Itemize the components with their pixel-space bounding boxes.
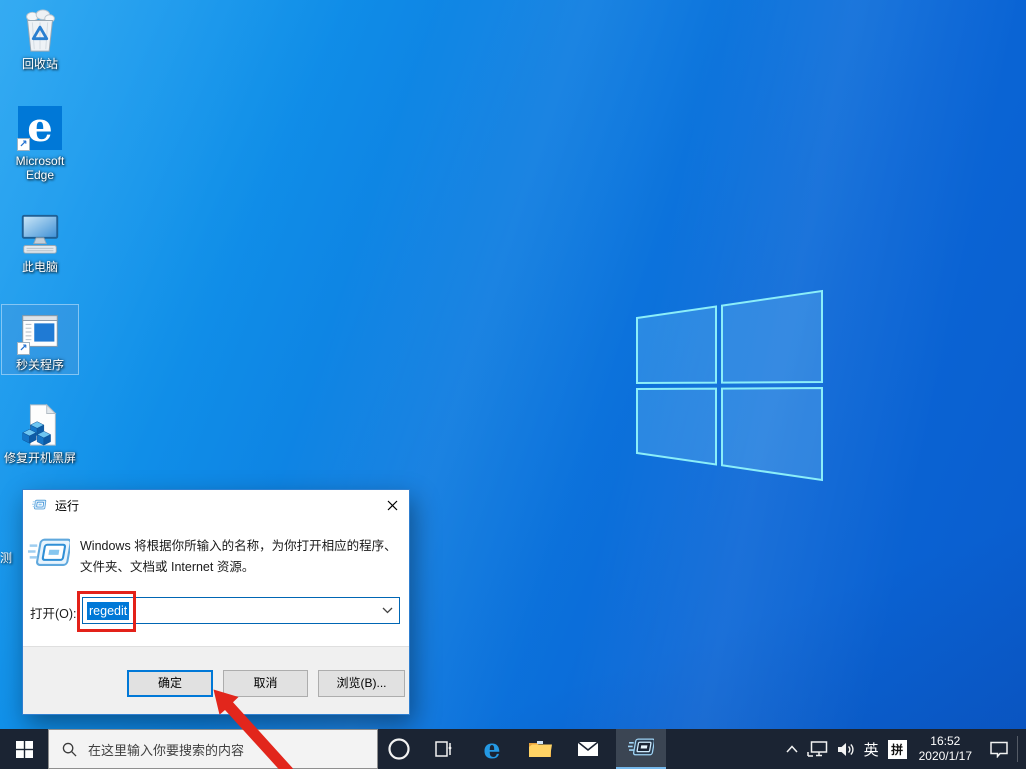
show-desktop-divider[interactable] [1017, 736, 1018, 762]
microsoft-edge-icon: e ↗ [16, 104, 64, 152]
red-highlight-box [77, 591, 136, 632]
recycle-bin-icon [16, 7, 64, 55]
quick-close-program-icon: ↗ [16, 308, 64, 356]
this-pc-icon [16, 210, 64, 258]
run-dialog-icon [32, 497, 48, 513]
taskbar-search-input[interactable]: 在这里输入你要搜索的内容 [48, 729, 378, 769]
ok-button[interactable]: 确定 [127, 670, 213, 697]
ime-language-indicator[interactable]: 英 [864, 739, 879, 760]
run-dialog-titlebar[interactable]: 运行 [23, 490, 409, 520]
file-explorer-icon [528, 740, 552, 759]
mail-button[interactable] [564, 729, 612, 769]
run-app-icon [628, 737, 654, 759]
cortana-button[interactable] [378, 729, 420, 769]
desktop-icon-partial-label[interactable]: 测 [0, 549, 16, 566]
search-placeholder: 在这里输入你要搜索的内容 [88, 740, 244, 759]
browse-button[interactable]: 浏览(B)... [318, 670, 405, 697]
desktop-icon-label: Microsoft Edge [2, 154, 78, 182]
task-view-icon [434, 740, 454, 758]
description-line-1: Windows 将根据你所输入的名称，为你打开相应的程序、 [80, 536, 402, 557]
desktop-icon-label: 回收站 [2, 57, 78, 71]
fix-black-screen-icon [16, 401, 64, 449]
desktop-icon-recycle-bin[interactable]: 回收站 [2, 4, 78, 73]
cancel-button[interactable]: 取消 [223, 670, 308, 697]
network-icon[interactable] [807, 741, 828, 757]
desktop-icon-quick-close-program[interactable]: ↗ 秒关程序 [2, 305, 78, 374]
taskbar: 在这里输入你要搜索的内容 e [0, 729, 1026, 769]
desktop-icon-label: 修复开机黑屏 [2, 451, 78, 465]
edge-icon: e [483, 736, 500, 763]
search-icon [62, 742, 77, 757]
taskbar-edge-button[interactable]: e [468, 729, 516, 769]
ime-mode-indicator[interactable]: 拼 [888, 740, 907, 759]
shortcut-arrow-icon: ↗ [17, 138, 30, 151]
desktop-icon-this-pc[interactable]: 此电脑 [2, 207, 78, 276]
mail-icon [577, 741, 599, 757]
run-icon [28, 537, 70, 571]
run-dialog-description: Windows 将根据你所输入的名称，为你打开相应的程序、 文件夹、文档或 In… [80, 536, 402, 578]
close-icon[interactable] [375, 490, 409, 520]
desktop-icon-label: 秒关程序 [2, 358, 78, 372]
tray-time: 16:52 [919, 734, 972, 749]
desktop-icon-microsoft-edge[interactable]: e ↗ Microsoft Edge [2, 101, 78, 184]
action-center-icon[interactable] [989, 741, 1009, 758]
taskbar-run-app-button[interactable] [616, 729, 666, 769]
taskbar-clock[interactable]: 16:52 2020/1/17 [919, 734, 972, 764]
shortcut-arrow-icon: ↗ [17, 342, 30, 355]
open-label: 打开(O): [30, 603, 77, 622]
desktop-icon-fix-black-screen[interactable]: 修复开机黑屏 [2, 398, 78, 467]
desktop-icon-label: 此电脑 [2, 260, 78, 274]
start-button[interactable] [0, 729, 48, 769]
cortana-icon [387, 737, 411, 761]
description-line-2: 文件夹、文档或 Internet 资源。 [80, 557, 402, 578]
hidden-icons-chevron-icon[interactable] [786, 745, 798, 753]
file-explorer-button[interactable] [516, 729, 564, 769]
volume-icon[interactable] [837, 742, 855, 757]
run-dialog-title: 运行 [55, 497, 79, 514]
chevron-down-icon[interactable] [382, 607, 393, 614]
task-view-button[interactable] [420, 729, 468, 769]
tray-date: 2020/1/17 [919, 749, 972, 764]
system-tray: 英 拼 16:52 2020/1/17 [777, 729, 1026, 769]
windows-start-icon [16, 741, 33, 758]
